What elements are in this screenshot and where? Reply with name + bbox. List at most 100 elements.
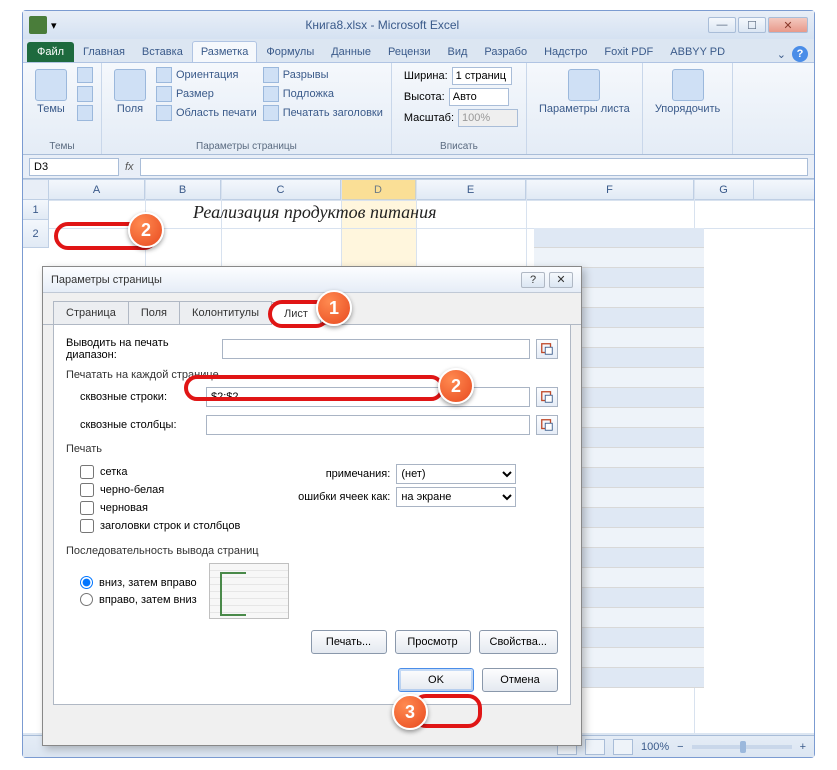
dialog-tab-headerfooter[interactable]: Колонтитулы [179,301,272,324]
height-field: Высота: [400,88,518,106]
breaks-button[interactable]: Разрывы [263,67,383,83]
tab-addins[interactable]: Надстро [536,42,595,62]
tab-file[interactable]: Файл [27,42,74,62]
dialog-help-button[interactable]: ? [521,272,545,288]
sheet-params-button[interactable]: Параметры листа [535,67,634,117]
dialog-tab-margins[interactable]: Поля [128,301,180,324]
errors-label: ошибки ячеек как: [280,491,390,503]
group-themes-label: Темы [31,141,93,152]
page-setup-dialog: Параметры страницы ? ✕ Страница Поля Кол… [42,266,582,746]
margins-icon [114,69,146,101]
size-icon [156,86,172,102]
chk-draft[interactable] [80,501,94,515]
errors-select[interactable]: на экране [396,487,516,507]
margins-label: Поля [117,103,143,115]
quick-access-toolbar: ▾ [29,16,57,34]
chk-headings-label: заголовки строк и столбцов [100,520,240,532]
ribbon-minimize-icon[interactable]: ⌄ [777,48,786,61]
tab-abbyy[interactable]: ABBYY PD [662,42,733,62]
window-title: Книга8.xlsx - Microsoft Excel [57,18,708,32]
radio-down-label: вниз, затем вправо [99,577,197,589]
print-area-button[interactable]: Область печати [156,105,257,121]
row-header-2[interactable]: 2 [23,220,49,248]
effects-button[interactable] [77,105,93,121]
print-range-ref-button[interactable] [536,339,558,359]
rows-repeat-ref-button[interactable] [536,387,558,407]
highlight-ring-rows-input [184,375,444,401]
breaks-icon [263,67,279,83]
tab-developer[interactable]: Разрабо [476,42,535,62]
properties-button[interactable]: Свойства... [479,630,558,654]
themes-button[interactable]: Темы [31,67,71,117]
tab-view[interactable]: Вид [440,42,476,62]
minimize-button[interactable]: — [708,17,736,33]
dialog-title-bar[interactable]: Параметры страницы ? ✕ [43,267,581,293]
zoom-out-button[interactable]: − [677,741,683,753]
zoom-level[interactable]: 100% [641,741,669,753]
width-input[interactable] [452,67,512,85]
size-button[interactable]: Размер [156,86,257,102]
view-break-button[interactable] [613,739,633,755]
formula-input[interactable] [140,158,808,176]
zoom-in-button[interactable]: + [800,741,806,753]
print-titles-icon [263,105,279,121]
close-button[interactable]: ✕ [768,17,808,33]
name-box[interactable]: D3 [29,158,119,176]
margins-button[interactable]: Поля [110,67,150,117]
arrange-button[interactable]: Упорядочить [651,67,724,117]
print-range-input[interactable] [222,339,530,359]
background-button[interactable]: Подложка [263,86,383,102]
group-scale: Ширина: Высота: Масштаб: Вписать [392,63,527,154]
chk-headings[interactable] [80,519,94,533]
print-button[interactable]: Печать... [311,630,387,654]
callout-3: 3 [392,694,428,730]
radio-down-right[interactable] [80,576,93,589]
ribbon: Темы Темы Поля Ориентация Размер [23,63,814,155]
themes-label: Темы [37,103,65,115]
row-header-1[interactable]: 1 [23,200,49,220]
select-all-corner[interactable] [23,180,49,199]
orientation-icon [156,67,172,83]
tab-insert[interactable]: Вставка [134,42,191,62]
tab-home[interactable]: Главная [75,42,133,62]
view-layout-button[interactable] [585,739,605,755]
excel-icon [29,16,47,34]
help-button[interactable]: ? [792,46,808,62]
tab-formulas[interactable]: Формулы [258,42,322,62]
radio-right-down[interactable] [80,593,93,606]
formula-bar: D3 fx [23,155,814,179]
fonts-icon [77,86,93,102]
dialog-tab-page[interactable]: Страница [53,301,129,324]
tab-foxit[interactable]: Foxit PDF [596,42,661,62]
chk-grid[interactable] [80,465,94,479]
rows-repeat-label: сквозные строки: [80,391,200,403]
cols-repeat-input[interactable] [206,415,530,435]
tab-data[interactable]: Данные [323,42,379,62]
ribbon-tabs: Файл Главная Вставка Разметка Формулы Да… [23,39,814,63]
ok-button[interactable]: OK [398,668,474,692]
chk-bw[interactable] [80,483,94,497]
fonts-button[interactable] [77,86,93,102]
dialog-close-button[interactable]: ✕ [549,272,573,288]
sheet-title-cell[interactable]: Реализация продуктов питания [193,202,436,223]
width-field: Ширина: [400,67,518,85]
preview-button[interactable]: Просмотр [395,630,471,654]
height-input[interactable] [449,88,509,106]
colors-button[interactable] [77,67,93,83]
print-titles-button[interactable]: Печатать заголовки [263,105,383,121]
sheet-params-icon [568,69,600,101]
themes-icon [35,69,67,101]
radio-right-label: вправо, затем вниз [99,594,197,606]
cols-repeat-ref-button[interactable] [536,415,558,435]
maximize-button[interactable]: ☐ [738,17,766,33]
group-sheet-options: Параметры листа [527,63,643,154]
tab-page-layout[interactable]: Разметка [192,41,258,62]
orientation-button[interactable]: Ориентация [156,67,257,83]
sheet-params-label: Параметры листа [539,103,630,115]
zoom-slider[interactable] [692,745,792,749]
comments-select[interactable]: (нет) [396,464,516,484]
fx-icon[interactable]: fx [125,161,134,173]
scale-field: Масштаб: [400,109,518,127]
cancel-button[interactable]: Отмена [482,668,558,692]
tab-review[interactable]: Рецензи [380,42,439,62]
